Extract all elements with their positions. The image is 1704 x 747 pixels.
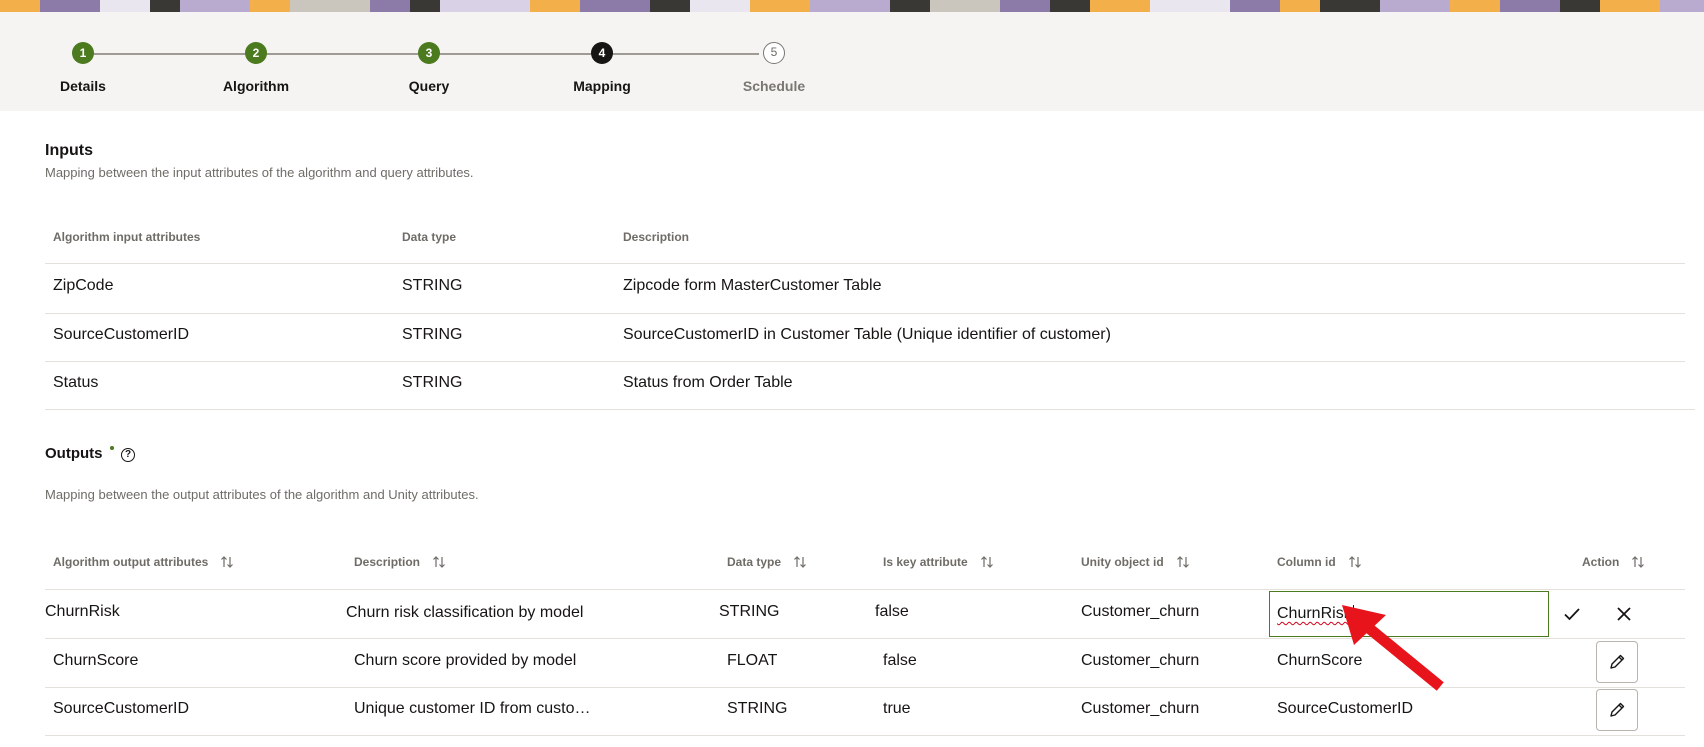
pencil-icon	[1610, 702, 1625, 717]
table-divider	[45, 313, 1685, 314]
output-attribute-cell: ChurnRisk	[45, 603, 120, 620]
output-attribute-cell: SourceCustomerID	[53, 700, 190, 717]
col-header-label: Data type	[727, 555, 782, 569]
input-description-cell: Status from Order Table	[623, 374, 793, 391]
input-description-cell: Zipcode form MasterCustomer Table	[623, 277, 882, 294]
input-description-cell: SourceCustomerID in Customer Table (Uniq…	[623, 326, 1111, 343]
output-description-cell: Churn risk classification by model	[346, 604, 584, 621]
col-header-action[interactable]: Action	[1582, 555, 1645, 569]
step-algorithm[interactable]: 2 Algorithm	[176, 42, 336, 94]
annotation-arrow-icon	[1342, 605, 1444, 691]
step-3-indicator: 3	[418, 42, 440, 64]
col-header-data-type[interactable]: Data type	[727, 555, 807, 569]
sort-icon[interactable]	[1348, 555, 1362, 569]
edit-row-button[interactable]	[1596, 689, 1638, 731]
output-datatype-cell: FLOAT	[727, 652, 778, 669]
step-schedule[interactable]: 5 Schedule	[694, 42, 854, 94]
required-indicator	[110, 446, 114, 450]
input-datatype-cell: STRING	[402, 326, 463, 343]
output-datatype-cell: STRING	[719, 603, 780, 620]
step-2-indicator: 2	[245, 42, 267, 64]
output-datatype-cell: STRING	[727, 700, 788, 717]
sort-icon[interactable]	[432, 555, 446, 569]
output-column-id-cell: SourceCustomerID	[1277, 700, 1414, 717]
save-row-button[interactable]	[1560, 602, 1584, 626]
input-datatype-cell: STRING	[402, 374, 463, 391]
step-3-label: Query	[408, 78, 450, 94]
output-is-key-cell: true	[883, 700, 911, 717]
input-attribute-cell: SourceCustomerID	[53, 326, 190, 343]
col-header-output-attribute[interactable]: Algorithm output attributes	[53, 555, 234, 569]
col-header-label: Description	[354, 555, 421, 569]
input-datatype-cell: STRING	[402, 277, 463, 294]
step-1-label: Details	[60, 78, 106, 94]
col-header-input-attribute: Algorithm input attributes	[53, 230, 201, 244]
inputs-title: Inputs	[45, 142, 93, 159]
table-divider	[45, 263, 1685, 264]
col-header-label: Column id	[1277, 555, 1336, 569]
step-train: 1 Details 2 Algorithm 3 Query 4 Mapping …	[0, 12, 1704, 111]
step-1-indicator: 1	[72, 42, 94, 64]
output-unity-object-cell: Customer_churn	[1081, 603, 1200, 620]
step-4-label: Mapping	[573, 78, 631, 94]
table-divider	[45, 589, 1685, 590]
output-description-cell: Unique customer ID from custo…	[354, 700, 591, 717]
help-icon[interactable]: ?	[121, 448, 135, 462]
inputs-subtitle: Mapping between the input attributes of …	[45, 165, 474, 180]
sort-icon[interactable]	[980, 555, 994, 569]
output-attribute-cell: ChurnScore	[53, 652, 139, 669]
sort-icon[interactable]	[1176, 555, 1190, 569]
step-4-indicator: 4	[591, 42, 613, 64]
step-5-indicator: 5	[763, 42, 785, 64]
col-header-description[interactable]: Description	[354, 555, 446, 569]
edit-row-button[interactable]	[1596, 641, 1638, 683]
output-description-cell: Churn score provided by model	[354, 652, 577, 669]
col-header-is-key[interactable]: Is key attribute	[883, 555, 994, 569]
pencil-icon	[1610, 654, 1625, 669]
sort-icon[interactable]	[793, 555, 807, 569]
col-header-unity-object-id[interactable]: Unity object id	[1081, 555, 1190, 569]
input-attribute-cell: ZipCode	[53, 277, 114, 294]
output-unity-object-cell: Customer_churn	[1081, 700, 1200, 717]
sort-icon[interactable]	[220, 555, 234, 569]
step-mapping[interactable]: 4 Mapping	[522, 42, 682, 94]
col-header-label: Action	[1582, 555, 1620, 569]
table-divider	[45, 735, 1685, 736]
sort-icon[interactable]	[1631, 555, 1645, 569]
table-divider	[45, 361, 1685, 362]
col-header-column-id[interactable]: Column id	[1277, 555, 1362, 569]
outputs-subtitle: Mapping between the output attributes of…	[45, 487, 479, 502]
col-header-data-type: Data type	[402, 230, 457, 244]
step-query[interactable]: 3 Query	[349, 42, 509, 94]
step-5-label: Schedule	[742, 78, 806, 94]
table-divider	[45, 409, 1695, 410]
input-attribute-cell: Status	[53, 374, 99, 391]
output-is-key-cell: false	[875, 603, 909, 620]
col-header-label: Is key attribute	[883, 555, 968, 569]
header-banner	[0, 0, 1704, 12]
cancel-row-button[interactable]	[1612, 602, 1636, 626]
close-icon	[1617, 607, 1631, 621]
step-details[interactable]: 1 Details	[3, 42, 163, 94]
col-header-label: Unity object id	[1081, 555, 1164, 569]
outputs-title: Outputs	[45, 445, 103, 462]
check-icon	[1564, 608, 1580, 621]
col-header-description: Description	[623, 230, 690, 244]
step-2-label: Algorithm	[222, 78, 290, 94]
output-is-key-cell: false	[883, 652, 917, 669]
col-header-label: Algorithm output attributes	[53, 555, 209, 569]
output-unity-object-cell: Customer_churn	[1081, 652, 1200, 669]
